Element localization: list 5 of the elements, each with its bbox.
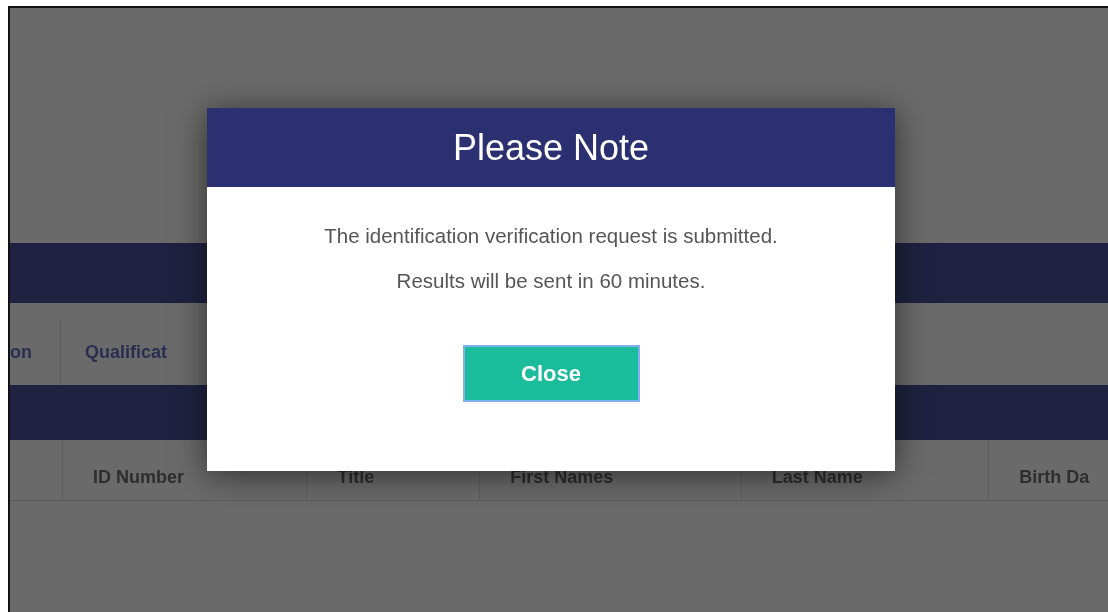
column-header: Birth Da (988, 440, 1108, 500)
dialog-message: Results will be sent in 60 minutes. (396, 268, 706, 294)
dialog-message: The identification verification request is submitted. (324, 223, 778, 249)
dialog-title: Please Note (207, 108, 895, 187)
close-button[interactable]: Close (462, 345, 640, 402)
